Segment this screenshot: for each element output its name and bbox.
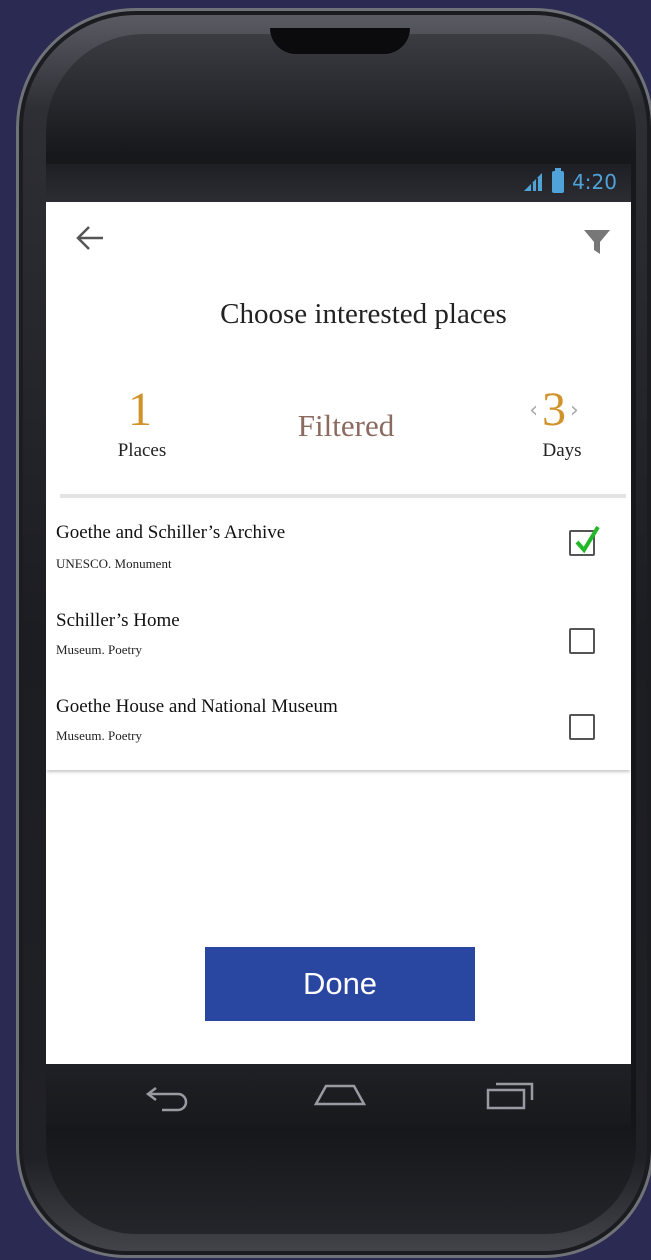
days-label: Days [542,440,582,461]
place-title: Goethe and Schiller’s Archive [56,522,286,543]
done-button[interactable]: Done [205,947,475,1021]
list-item-place[interactable]: Goethe House and National Museum Museum.… [46,684,631,770]
places-label: Places [117,440,167,461]
place-title: Schiller’s Home [56,610,180,631]
place-checkbox[interactable] [569,628,595,654]
places-list: Goethe and Schiller’s Archive UNESCO. Mo… [46,498,631,770]
phone-speaker [270,28,410,54]
list-item-place[interactable]: Schiller’s Home Museum. Poetry [46,598,631,684]
home-nav-icon[interactable] [312,1078,368,1112]
place-subtitle: UNESCO. Monument [56,556,172,571]
system-nav-bar [46,1064,631,1126]
place-subtitle: Museum. Poetry [56,642,142,657]
place-title: Goethe House and National Museum [56,696,338,717]
place-checkbox[interactable] [569,525,600,556]
back-nav-icon[interactable] [142,1078,198,1112]
recent-apps-icon[interactable] [482,1078,538,1112]
arrow-left-icon[interactable] [74,222,106,254]
filtered-label: Filtered [297,408,395,443]
days-increment-button[interactable]: › [570,400,579,434]
days-stepper: ‹ 3 › [516,386,592,434]
status-bar: 4:20 [46,164,631,202]
place-checkbox[interactable] [569,714,595,740]
battery-icon [552,168,565,193]
signal-icon [524,173,543,191]
funnel-icon[interactable] [583,228,611,256]
app-screen: Choose interested places 1 Places Filter… [46,202,631,1064]
list-item-place[interactable]: Goethe and Schiller’s Archive UNESCO. Mo… [46,498,631,598]
page-title: Choose interested places [220,298,507,330]
checkmark-icon [575,525,600,554]
status-time: 4:20 [572,170,617,194]
days-decrement-button[interactable]: ‹ [529,400,538,434]
places-count: 1 [128,383,152,436]
days-count: 3 [542,383,566,436]
place-subtitle: Museum. Poetry [56,728,142,743]
